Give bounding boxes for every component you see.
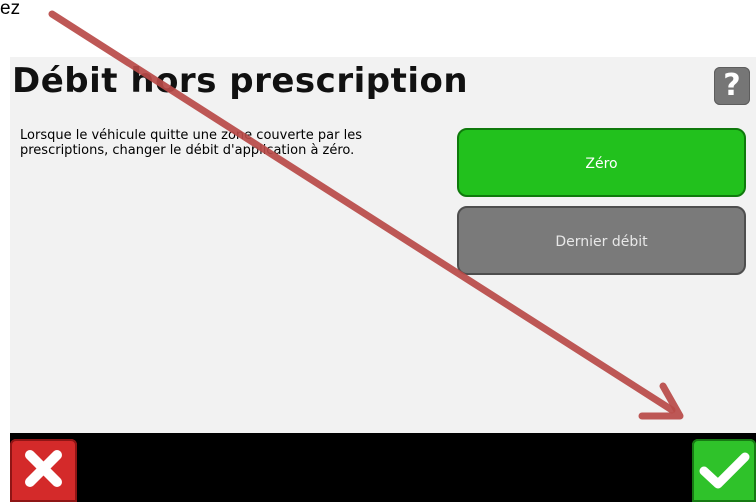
page-title: Débit hors prescription	[12, 61, 469, 101]
cancel-button[interactable]	[10, 439, 77, 502]
bottom-toolbar	[10, 433, 756, 502]
dialog-screen: Débit hors prescription ? Lorsque le véh…	[10, 57, 756, 502]
option-last-rate-button[interactable]: Dernier débit	[457, 206, 746, 275]
question-mark-icon: ?	[723, 68, 741, 103]
checkmark-icon	[699, 452, 750, 489]
document-text-fragment: ez	[0, 0, 21, 19]
close-icon	[25, 450, 62, 487]
help-button[interactable]: ?	[714, 67, 750, 105]
option-zero-button[interactable]: Zéro	[457, 128, 746, 197]
description-text: Lorsque le véhicule quitte une zone couv…	[20, 128, 362, 158]
confirm-button[interactable]	[692, 439, 756, 502]
